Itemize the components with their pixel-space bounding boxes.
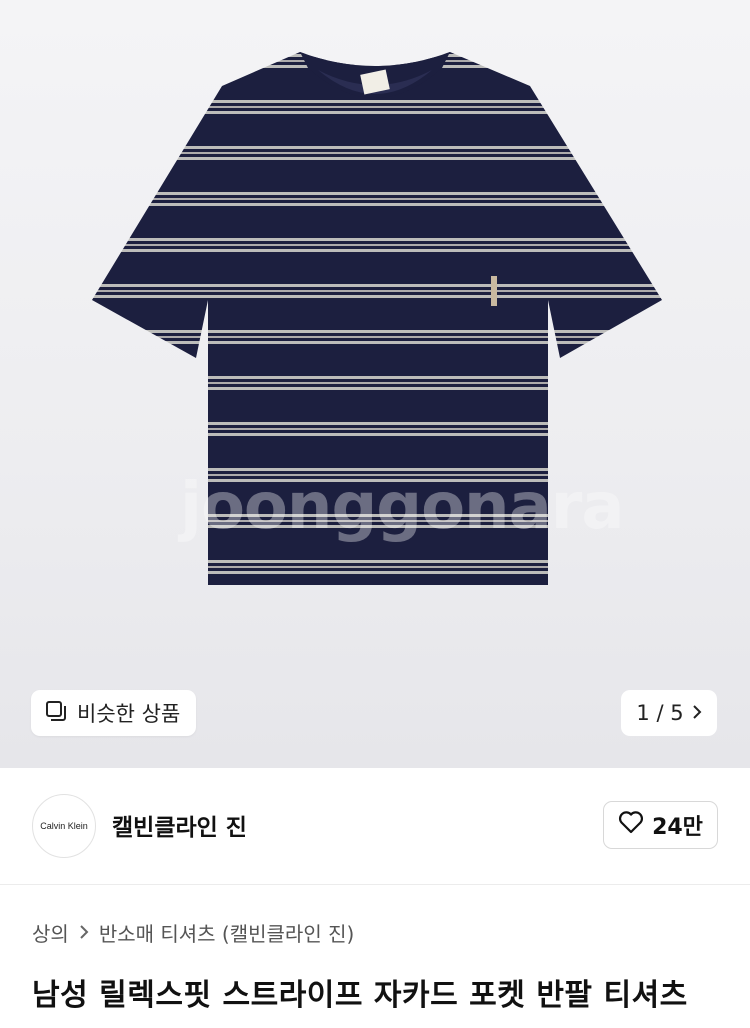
- image-counter[interactable]: 1 / 5: [621, 690, 717, 736]
- like-count: 24만: [652, 815, 703, 840]
- breadcrumb: 상의 반소매 티셔츠 (캘빈클라인 진): [32, 918, 354, 947]
- copy-square-icon: [45, 700, 67, 726]
- chevron-right-icon: [79, 921, 89, 945]
- brand-logo-text: Calvin Klein: [40, 821, 88, 831]
- similar-products-button[interactable]: 비슷한 상품: [31, 690, 197, 736]
- heart-outline-icon: [618, 810, 644, 840]
- similar-products-label: 비슷한 상품: [77, 702, 181, 726]
- watermark-text: joonggonara: [180, 470, 625, 544]
- brand-name[interactable]: 캘빈클라인 진: [112, 808, 247, 842]
- breadcrumb-item-subcategory[interactable]: 반소매 티셔츠 (캘빈클라인 진): [99, 918, 354, 947]
- chevron-right-icon: [692, 701, 702, 725]
- breadcrumb-item-category[interactable]: 상의: [32, 918, 69, 947]
- seller-row: Calvin Klein 캘빈클라인 진 24만: [0, 768, 750, 885]
- product-image-area[interactable]: joonggonara 비슷한 상품 1 / 5: [0, 0, 750, 768]
- brand-logo[interactable]: Calvin Klein: [32, 794, 96, 858]
- product-title: 남성 릴렉스핏 스트라이프 자카드 포켓 반팔 티셔츠 4RS2108 CHW: [32, 978, 688, 1013]
- like-button[interactable]: 24만: [603, 801, 718, 849]
- product-photo-tshirt: [92, 52, 662, 585]
- image-counter-text: 1 / 5: [636, 701, 684, 725]
